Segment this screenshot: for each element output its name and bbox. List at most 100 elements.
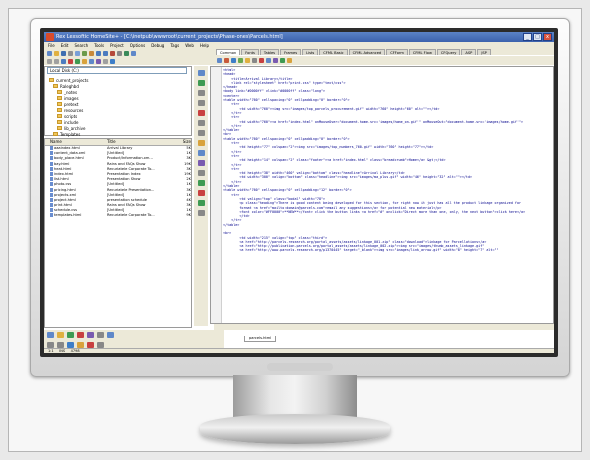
table-tag-icon[interactable] [280, 58, 285, 63]
paragraph-icon[interactable] [238, 58, 243, 63]
snippets-tab-icon[interactable] [77, 332, 84, 338]
menu-debug[interactable]: Debug [151, 42, 164, 49]
code-editor[interactable]: <html> <head> <title>Arrival Library</tit… [210, 66, 554, 324]
redo-icon[interactable] [103, 50, 108, 56]
italic-icon[interactable] [231, 58, 236, 63]
tag-tab-icon[interactable] [97, 332, 104, 338]
comment-toggle-icon[interactable] [197, 140, 205, 146]
file-row[interactable]: templates.html Recuriatele Corporate To..… [45, 213, 191, 218]
color-icon[interactable] [96, 58, 101, 64]
tab-cfml-flow[interactable]: CFML Flow [408, 49, 436, 55]
outdent-icon[interactable] [197, 130, 205, 136]
menu-file[interactable]: File [48, 42, 55, 49]
column-name[interactable]: Name [45, 139, 107, 145]
menu-edit[interactable]: Edit [61, 42, 69, 49]
replace-icon[interactable] [117, 50, 122, 56]
tab-cfml-basic[interactable]: CFML Basic [319, 49, 348, 55]
indent-icon[interactable] [47, 58, 52, 64]
tab-lists[interactable]: Lists [302, 49, 319, 55]
menu-tags[interactable]: Tags [170, 42, 179, 49]
menu-web[interactable]: Web [185, 42, 194, 49]
file-icon [50, 161, 53, 166]
anchor-icon[interactable] [217, 58, 222, 63]
line-gutter [211, 67, 222, 323]
drive-select[interactable]: Local Disk (C:) [47, 67, 187, 74]
tab-cfml-advanced[interactable]: CFML Advanced [348, 49, 386, 55]
save-icon[interactable] [61, 50, 66, 56]
column-title[interactable]: Title [107, 139, 177, 145]
menu-options[interactable]: Options [130, 42, 145, 49]
center-icon[interactable] [259, 58, 264, 63]
open-folder-icon[interactable] [54, 50, 59, 56]
document-tab[interactable]: parcels.html [244, 336, 277, 342]
folder-tree: current_projects Raleghbd _notes images … [49, 77, 189, 137]
column-size[interactable]: Size [177, 139, 191, 145]
tab-cfquery[interactable]: CFQuery [436, 49, 461, 55]
file-icon [50, 182, 53, 187]
bold-icon[interactable] [224, 58, 229, 63]
copy-icon[interactable] [82, 50, 87, 56]
folder-icon [57, 126, 62, 130]
menu-help[interactable]: Help [200, 42, 209, 49]
image-icon[interactable] [103, 58, 108, 64]
image-tag-icon[interactable] [273, 58, 278, 63]
preview-icon[interactable] [89, 58, 94, 64]
menu-search[interactable]: Search [74, 42, 88, 49]
comment-icon[interactable] [287, 58, 292, 63]
link-icon[interactable] [110, 58, 115, 64]
new-file-icon[interactable] [47, 50, 52, 56]
validate-icon[interactable] [68, 58, 73, 64]
file-icon [50, 208, 53, 213]
font-icon[interactable] [266, 58, 271, 63]
tab-cfform[interactable]: CFForm [386, 49, 408, 55]
nbsp-icon[interactable] [252, 58, 257, 63]
bookmark-icon[interactable] [61, 58, 66, 64]
tab-asp[interactable]: ASP [461, 49, 477, 55]
wrap-icon[interactable] [197, 90, 205, 96]
menu-tools[interactable]: Tools [94, 42, 104, 49]
menu-project[interactable]: Project [110, 42, 124, 49]
tab-fonts[interactable]: Fonts [241, 49, 259, 55]
help-tab-icon[interactable] [87, 332, 94, 338]
tag-icon[interactable] [82, 58, 87, 64]
maximize-button[interactable]: □ [533, 33, 542, 41]
tab-jsp[interactable]: JSP [477, 49, 491, 55]
snippet-icon[interactable] [197, 160, 205, 166]
tab-common[interactable]: Common [216, 49, 241, 55]
undo-icon[interactable] [96, 50, 101, 56]
tree-item[interactable]: Templates [49, 131, 189, 137]
check-icon[interactable] [197, 200, 205, 206]
paste-icon[interactable] [89, 50, 94, 56]
edit-mode-icon[interactable] [197, 70, 205, 76]
files-tab-icon[interactable] [47, 332, 54, 338]
outdent-icon[interactable] [54, 58, 59, 64]
code-line: <p class="heading">There is good content… [223, 201, 522, 206]
print-icon[interactable] [68, 50, 73, 56]
site-tab-icon[interactable] [67, 332, 74, 338]
validate-icon[interactable] [197, 180, 205, 186]
browse-mode-icon[interactable] [197, 80, 205, 86]
spell-icon[interactable] [75, 58, 80, 64]
help-icon[interactable] [131, 50, 136, 56]
code-content[interactable]: <html> <head> <title>Arrival Library</tit… [223, 68, 553, 253]
indent-icon[interactable] [197, 120, 205, 126]
ftp-tab-icon[interactable] [107, 332, 114, 338]
gutter-icon[interactable] [197, 100, 205, 106]
case-icon[interactable] [197, 170, 205, 176]
stop-icon[interactable] [197, 190, 205, 196]
tab-tables[interactable]: Tables [259, 49, 280, 55]
minimize-button[interactable]: _ [523, 33, 532, 41]
projects-tab-icon[interactable] [57, 332, 64, 338]
tools-icon[interactable] [197, 210, 205, 216]
find-icon[interactable] [110, 50, 115, 56]
status-bar: 1:1 INS 4798 [44, 348, 554, 353]
close-button[interactable]: x [543, 33, 552, 41]
window-title: Rex Lexsoftic HomeSite+ - [C:\inetpub\ww… [56, 34, 283, 40]
break-icon[interactable] [245, 58, 250, 63]
tab-frames[interactable]: Frames [280, 49, 302, 55]
folder-icon [57, 114, 62, 118]
tag-inspector-icon[interactable] [197, 150, 205, 156]
cut-icon[interactable] [75, 50, 80, 56]
browse-icon[interactable] [124, 50, 129, 56]
bookmark-toggle-icon[interactable] [197, 110, 205, 116]
